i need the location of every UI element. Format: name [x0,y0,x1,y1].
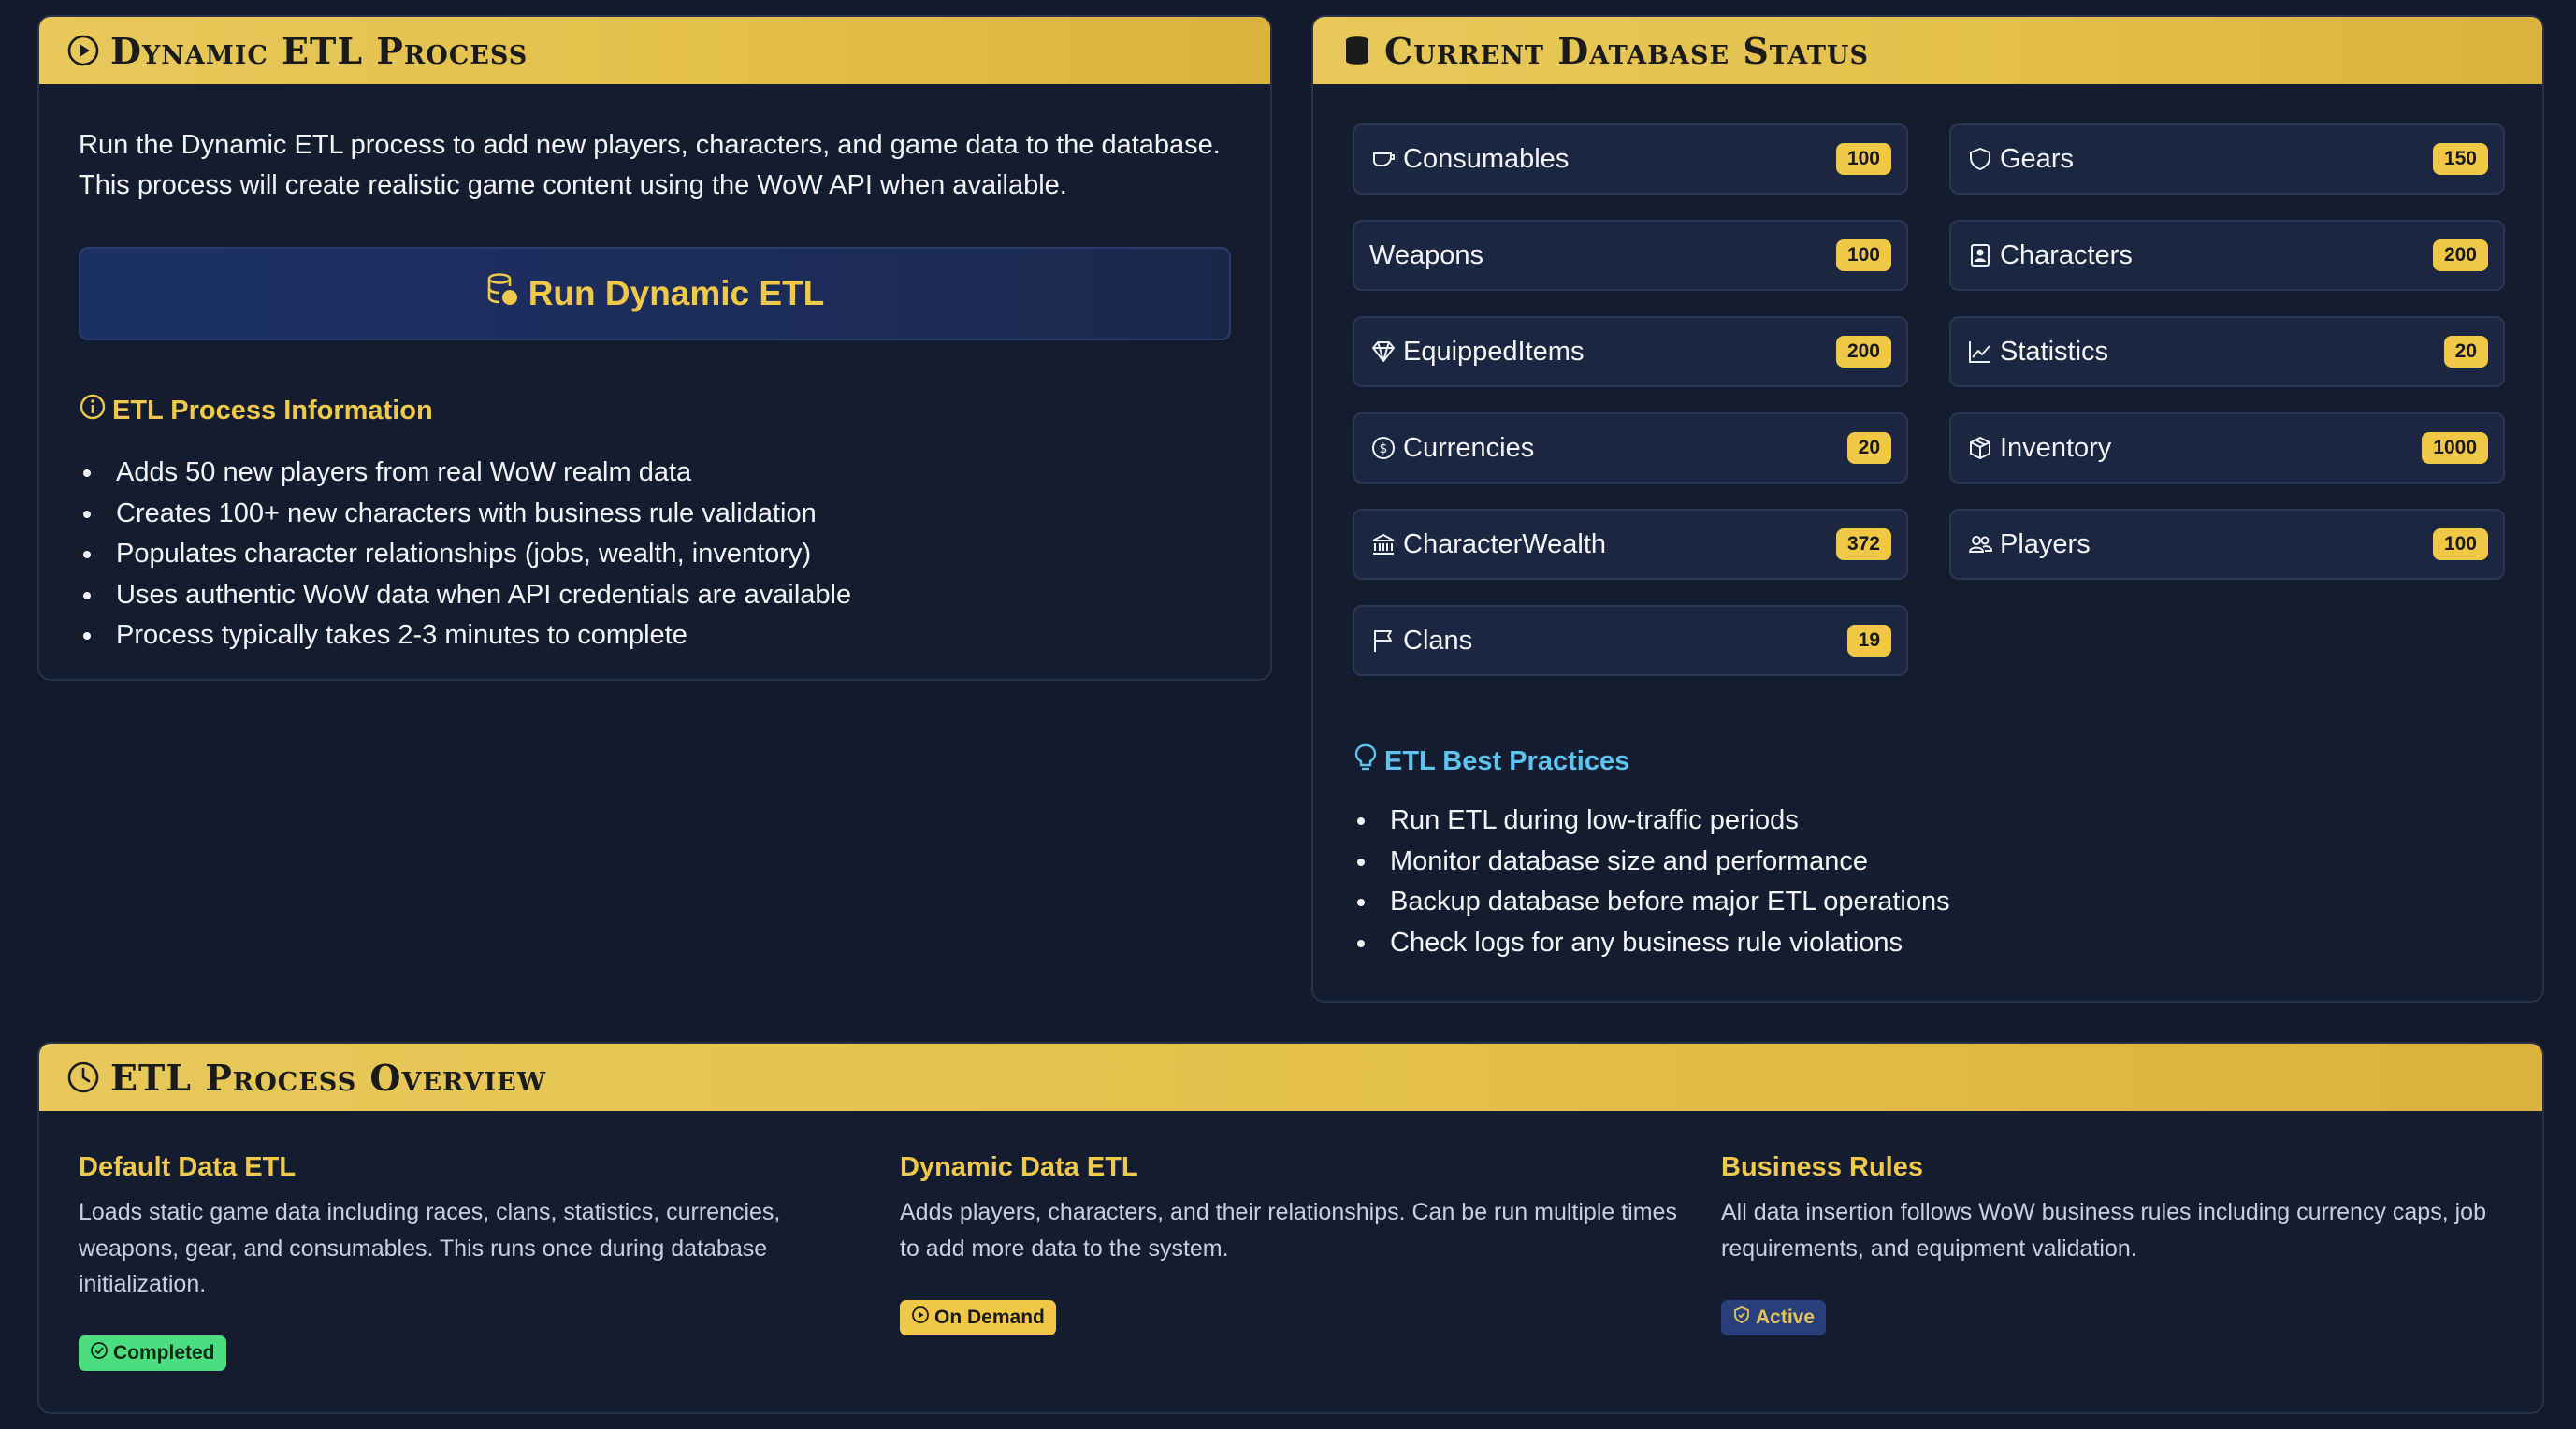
stat-label: Gears [2000,143,2074,174]
dynamic-etl-header: Dynamic ETL Process [39,17,1270,84]
shield-icon [1966,145,1994,173]
best-practices-list: Run ETL during low-traffic periods Monit… [1354,801,1950,963]
stat-inventory: Inventory 1000 [1949,412,2505,484]
database-icon [1339,33,1375,68]
stat-label: Clans [1403,625,1473,656]
count-badge: 100 [2432,528,2488,560]
status-badge-on-demand: On Demand [900,1300,1056,1335]
run-dynamic-etl-label: Run Dynamic ETL [528,274,825,312]
etl-info-heading: ETL Process Information [79,393,433,428]
box-icon [1966,434,1994,462]
best-practices-heading: ETL Best Practices [1353,743,1629,780]
best-practices-title: ETL Best Practices [1384,745,1630,776]
overview-text: Loads static game data including races, … [79,1199,781,1297]
clock-icon [65,1060,101,1095]
list-item: Monitor database size and performance [1354,842,1950,883]
overview-heading: Default Data ETL [79,1152,297,1182]
database-coin-icon [485,272,528,316]
count-badge: 20 [2443,336,2488,368]
etl-description: Run the Dynamic ETL process to add new p… [79,130,1221,200]
svg-text:$: $ [1380,441,1388,456]
flag-icon [1369,627,1397,655]
count-badge: 19 [1846,625,1891,657]
stat-players: Players 100 [1949,509,2505,580]
etl-info-title: ETL Process Information [112,395,433,426]
overview-heading: Business Rules [1721,1152,1923,1182]
list-item: Populates character relationships (jobs,… [80,534,851,575]
overview-heading: Dynamic Data ETL [900,1152,1138,1182]
stat-consumables: Consumables 100 [1353,123,1908,195]
status-badge-completed: Completed [79,1335,226,1371]
dynamic-etl-panel: Dynamic ETL Process Run the Dynamic ETL … [37,15,1272,681]
shield-check-icon [1732,1306,1756,1330]
play-circle-icon [911,1306,934,1330]
database-status-title: Current Database Status [1384,29,1869,72]
stat-label: CharacterWealth [1403,528,1607,559]
count-badge: 100 [1835,143,1891,175]
database-status-header: Current Database Status [1313,17,2542,84]
count-badge: 20 [1846,432,1891,464]
overview-text: Adds players, characters, and their rela… [900,1199,1677,1262]
status-label: Active [1756,1306,1816,1328]
database-status-panel: Current Database Status Consumables 100 … [1311,15,2544,1003]
stat-label: EquippedItems [1403,336,1585,367]
stat-label: Consumables [1403,143,1570,174]
count-badge: 372 [1835,528,1891,560]
stat-characters: Characters 200 [1949,220,2505,291]
overview-text: All data insertion follows WoW business … [1721,1199,2486,1262]
status-label: On Demand [934,1306,1045,1328]
stat-clans: Clans 19 [1353,605,1908,676]
play-circle-icon [65,33,101,68]
cup-icon [1369,145,1397,173]
status-badge-active: Active [1721,1300,1827,1335]
overview-default-etl: Default Data ETL Loads static game data … [79,1152,864,1303]
stat-label: Statistics [2000,336,2109,367]
count-badge: 1000 [2422,432,2488,464]
stat-character-wealth: CharacterWealth 372 [1353,509,1908,580]
stat-label: Players [2000,528,2091,559]
list-item: Backup database before major ETL operati… [1354,882,1950,923]
stat-label: Currencies [1403,432,1535,463]
stat-currencies: $ Currencies 20 [1353,412,1908,484]
count-badge: 150 [2432,143,2488,175]
etl-info-list: Adds 50 new players from real WoW realm … [80,453,851,657]
etl-overview-header: ETL Process Overview [39,1044,2542,1111]
check-circle-icon [90,1341,113,1365]
stat-label: Weapons [1369,239,1483,270]
list-item: Process typically takes 2-3 minutes to c… [80,615,851,657]
users-icon [1966,530,1994,558]
lightbulb-icon [1353,743,1384,780]
bank-icon [1369,530,1397,558]
coin-icon: $ [1369,434,1397,462]
stat-label: Inventory [2000,432,2112,463]
stat-statistics: Statistics 20 [1949,316,2505,387]
overview-business-rules: Business Rules All data insertion follow… [1721,1152,2507,1266]
count-badge: 100 [1835,239,1891,271]
list-item: Adds 50 new players from real WoW realm … [80,453,851,494]
list-item: Run ETL during low-traffic periods [1354,801,1950,842]
stat-weapons: Weapons 100 [1353,220,1908,291]
info-circle-icon [79,393,112,428]
chart-line-icon [1966,338,1994,366]
etl-overview-title: ETL Process Overview [110,1056,547,1099]
stat-label: Characters [2000,239,2133,270]
list-item: Creates 100+ new characters with busines… [80,494,851,535]
etl-overview-panel: ETL Process Overview Default Data ETL Lo… [37,1042,2544,1414]
gem-icon [1369,338,1397,366]
count-badge: 200 [2432,239,2488,271]
list-item: Check logs for any business rule violati… [1354,923,1950,964]
status-label: Completed [113,1342,215,1364]
list-item: Uses authentic WoW data when API credent… [80,575,851,616]
id-badge-icon [1966,241,1994,269]
stat-equipped-items: EquippedItems 200 [1353,316,1908,387]
overview-dynamic-etl: Dynamic Data ETL Adds players, character… [900,1152,1686,1266]
stat-gears: Gears 150 [1949,123,2505,195]
count-badge: 200 [1835,336,1891,368]
dynamic-etl-title: Dynamic ETL Process [110,29,528,72]
run-dynamic-etl-button[interactable]: Run Dynamic ETL [79,247,1231,340]
